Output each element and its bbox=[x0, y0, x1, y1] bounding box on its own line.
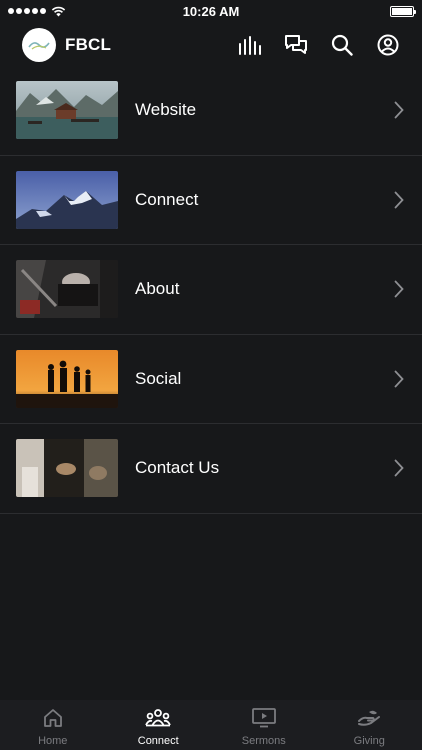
tab-label: Sermons bbox=[241, 735, 286, 747]
contact-us-thumbnail bbox=[16, 439, 118, 498]
chevron-right-icon bbox=[394, 191, 404, 209]
logo-mark-icon bbox=[28, 42, 50, 50]
tab-label: Connect bbox=[137, 735, 179, 747]
wifi-icon bbox=[51, 6, 66, 16]
account-icon[interactable] bbox=[376, 33, 400, 57]
tab-sermons[interactable]: Sermons bbox=[211, 700, 317, 750]
chevron-right-icon bbox=[394, 101, 404, 119]
status-left bbox=[8, 6, 66, 17]
list-item-social[interactable]: Social bbox=[0, 335, 422, 424]
chat-bubbles-icon[interactable] bbox=[284, 33, 308, 57]
people-group-icon bbox=[145, 706, 172, 730]
tab-label: Giving bbox=[353, 735, 385, 747]
signal-strength-icon bbox=[8, 8, 46, 14]
tab-connect[interactable]: Connect bbox=[106, 700, 212, 750]
tab-giving[interactable]: Giving bbox=[317, 700, 422, 750]
header-actions bbox=[238, 33, 400, 57]
chevron-right-icon bbox=[394, 459, 404, 477]
chevron-right-icon bbox=[394, 370, 404, 388]
list-item-about[interactable]: About bbox=[0, 245, 422, 335]
status-bar: 10:26 AM bbox=[0, 0, 422, 22]
search-icon[interactable] bbox=[330, 33, 354, 57]
list-item-label: Connect bbox=[135, 189, 199, 209]
tab-label: Home bbox=[38, 735, 68, 747]
battery-icon bbox=[390, 5, 416, 17]
app-header: FBCL bbox=[0, 22, 422, 68]
tab-home[interactable]: Home bbox=[0, 700, 106, 750]
home-icon bbox=[43, 706, 63, 730]
church-logo[interactable] bbox=[22, 28, 56, 62]
video-screen-icon bbox=[251, 706, 276, 730]
connect-thumbnail bbox=[16, 170, 118, 229]
list-item-contact-us[interactable]: Contact Us bbox=[0, 424, 422, 514]
social-thumbnail bbox=[16, 349, 118, 408]
audio-bars-icon[interactable] bbox=[238, 33, 262, 57]
list-item-label: Website bbox=[135, 100, 197, 120]
list-item-label: About bbox=[135, 279, 180, 299]
brand-name: FBCL bbox=[65, 35, 112, 54]
giving-hand-icon bbox=[357, 706, 381, 730]
connect-menu-list: Website Connect About Social Contact Us bbox=[0, 66, 422, 514]
about-thumbnail bbox=[16, 260, 118, 319]
list-item-website[interactable]: Website bbox=[0, 66, 422, 156]
website-thumbnail bbox=[16, 81, 118, 140]
chevron-right-icon bbox=[394, 280, 404, 298]
list-item-label: Contact Us bbox=[135, 458, 220, 478]
list-item-connect[interactable]: Connect bbox=[0, 156, 422, 245]
list-item-label: Social bbox=[135, 368, 182, 388]
bottom-tab-bar: Home Connect Sermons Giving bbox=[0, 700, 422, 750]
